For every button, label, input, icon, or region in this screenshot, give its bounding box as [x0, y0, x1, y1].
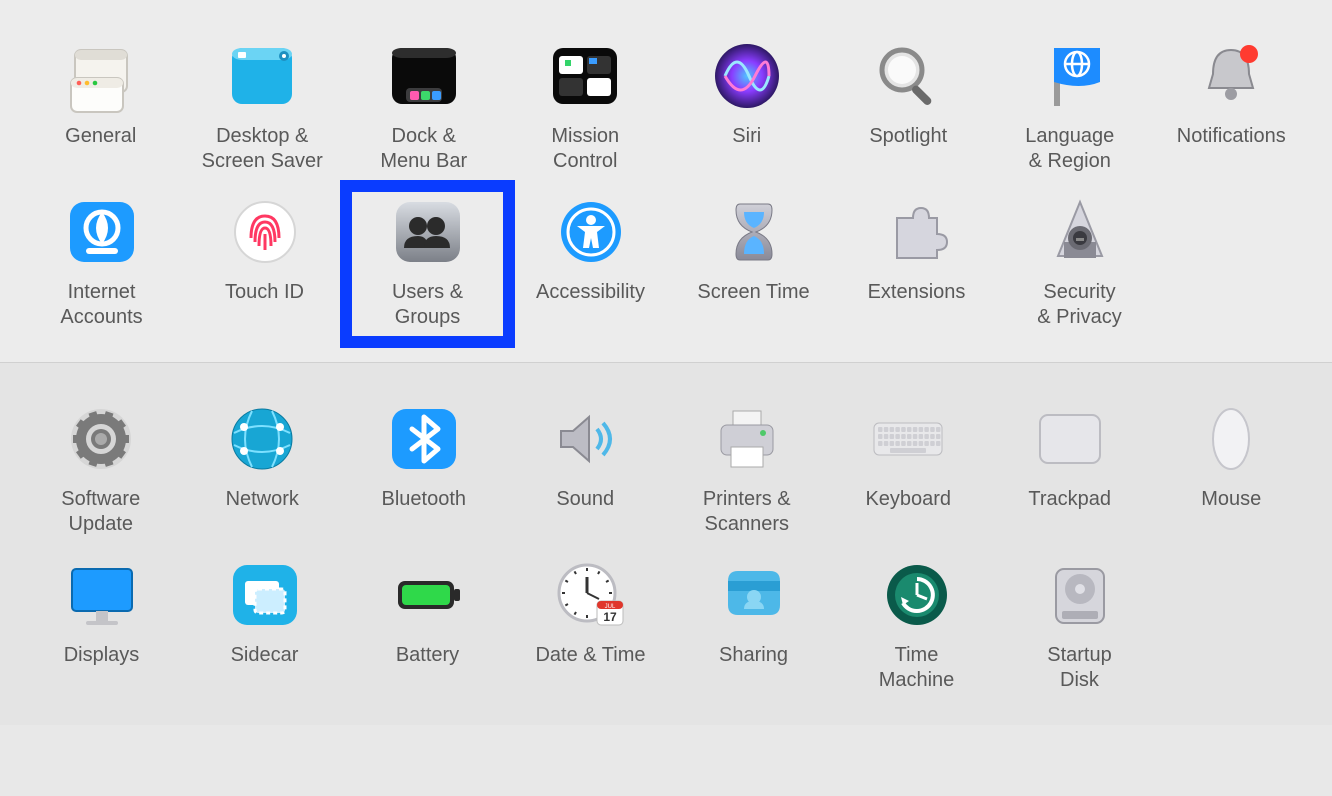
screentime-icon [714, 192, 794, 272]
pref-item-language[interactable]: Language & Region [989, 30, 1151, 186]
pref-item-startup[interactable]: Startup Disk [998, 549, 1161, 705]
pref-item-label: Extensions [868, 280, 966, 305]
pref-item-label: Siri [732, 124, 761, 149]
bluetooth-icon [384, 399, 464, 479]
pref-item-label: Sound [556, 487, 614, 512]
pref-item-sound[interactable]: Sound [505, 393, 667, 549]
pref-item-sidecar[interactable]: Sidecar [183, 549, 346, 705]
pref-item-printers[interactable]: Printers & Scanners [666, 393, 828, 549]
keyboard-icon [868, 399, 948, 479]
pref-item-label: Network [226, 487, 299, 512]
pref-item-trackpad[interactable]: Trackpad [989, 393, 1151, 549]
network-icon [222, 399, 302, 479]
displays-icon [62, 555, 142, 635]
pref-item-label: Notifications [1177, 124, 1286, 149]
pref-item-label: Battery [396, 643, 459, 668]
pref-item-label: Keyboard [865, 487, 951, 512]
dock-icon [384, 36, 464, 116]
sound-icon [545, 399, 625, 479]
pref-item-label: General [65, 124, 136, 149]
general-icon [61, 36, 141, 116]
notifications-icon [1191, 36, 1271, 116]
pref-item-label: Spotlight [869, 124, 947, 149]
trackpad-icon [1030, 399, 1110, 479]
pref-item-desktop[interactable]: Desktop & Screen Saver [182, 30, 344, 186]
pref-item-notifications[interactable]: Notifications [1151, 30, 1313, 186]
pref-item-label: Desktop & Screen Saver [202, 124, 323, 174]
pref-item-label: Dock & Menu Bar [380, 124, 467, 174]
pref-item-internet[interactable]: Internet Accounts [20, 186, 183, 342]
pref-item-label: Language & Region [1025, 124, 1114, 174]
internet-icon [62, 192, 142, 272]
pref-item-label: Internet Accounts [60, 280, 142, 330]
pref-item-label: Displays [64, 643, 140, 668]
mouse-icon [1191, 399, 1271, 479]
pref-item-datetime[interactable]: JUL 17 Date & Time [509, 549, 672, 705]
siri-icon [707, 36, 787, 116]
sharing-icon [714, 555, 794, 635]
pref-item-network[interactable]: Network [182, 393, 344, 549]
spotlight-icon [868, 36, 948, 116]
pref-item-timemachine[interactable]: Time Machine [835, 549, 998, 705]
security-icon [1040, 192, 1120, 272]
pref-item-security[interactable]: Security & Privacy [998, 186, 1161, 342]
prefs-section-bottom: Software Update Network Bluetooth Sound [0, 363, 1332, 725]
pref-item-keyboard[interactable]: Keyboard [828, 393, 990, 549]
pref-item-label: Sidecar [231, 643, 299, 668]
pref-item-label: Date & Time [535, 643, 645, 668]
pref-item-mouse[interactable]: Mouse [1151, 393, 1313, 549]
startup-icon [1040, 555, 1120, 635]
extensions-icon [877, 192, 957, 272]
pref-item-label: Security & Privacy [1037, 280, 1121, 330]
pref-item-label: Accessibility [536, 280, 645, 305]
pref-item-label: Users & Groups [392, 280, 463, 330]
prefs-row: Internet Accounts Touch ID Users & Group… [20, 186, 1312, 342]
pref-item-battery[interactable]: Battery [346, 549, 509, 705]
pref-item-general[interactable]: General [20, 30, 182, 186]
prefs-section-top: General Desktop & Screen Saver Dock & Me… [0, 0, 1332, 363]
datetime-icon: JUL 17 [551, 555, 631, 635]
prefs-row: Displays Sidecar Battery JUL 17 Date & T… [20, 549, 1312, 705]
pref-item-label: Touch ID [225, 280, 304, 305]
pref-item-label: Software Update [61, 487, 140, 537]
pref-item-sharing[interactable]: Sharing [672, 549, 835, 705]
pref-item-label: Mission Control [551, 124, 619, 174]
pref-item-label: Bluetooth [381, 487, 466, 512]
pref-item-label: Mouse [1201, 487, 1261, 512]
software-icon [61, 399, 141, 479]
pref-item-siri[interactable]: Siri [666, 30, 828, 186]
pref-item-users[interactable]: Users & Groups [346, 186, 509, 342]
language-icon [1030, 36, 1110, 116]
svg-text:17: 17 [603, 610, 617, 624]
pref-item-touchid[interactable]: Touch ID [183, 186, 346, 342]
pref-item-mission[interactable]: Mission Control [505, 30, 667, 186]
pref-item-label: Screen Time [697, 280, 809, 305]
pref-item-dock[interactable]: Dock & Menu Bar [343, 30, 505, 186]
pref-item-spotlight[interactable]: Spotlight [828, 30, 990, 186]
users-icon [388, 192, 468, 272]
pref-item-screentime[interactable]: Screen Time [672, 186, 835, 342]
printers-icon [707, 399, 787, 479]
pref-item-label: Startup Disk [1047, 643, 1111, 693]
pref-item-software[interactable]: Software Update [20, 393, 182, 549]
desktop-icon [222, 36, 302, 116]
prefs-row: General Desktop & Screen Saver Dock & Me… [20, 30, 1312, 186]
pref-item-extensions[interactable]: Extensions [835, 186, 998, 342]
pref-item-label: Sharing [719, 643, 788, 668]
timemachine-icon [877, 555, 957, 635]
mission-icon [545, 36, 625, 116]
touchid-icon [225, 192, 305, 272]
pref-item-label: Trackpad [1028, 487, 1111, 512]
sidecar-icon [225, 555, 305, 635]
battery-icon [388, 555, 468, 635]
prefs-row: Software Update Network Bluetooth Sound [20, 393, 1312, 549]
pref-item-accessibility[interactable]: Accessibility [509, 186, 672, 342]
pref-item-label: Time Machine [879, 643, 955, 693]
pref-item-displays[interactable]: Displays [20, 549, 183, 705]
pref-item-label: Printers & Scanners [703, 487, 791, 537]
pref-item-bluetooth[interactable]: Bluetooth [343, 393, 505, 549]
accessibility-icon [551, 192, 631, 272]
